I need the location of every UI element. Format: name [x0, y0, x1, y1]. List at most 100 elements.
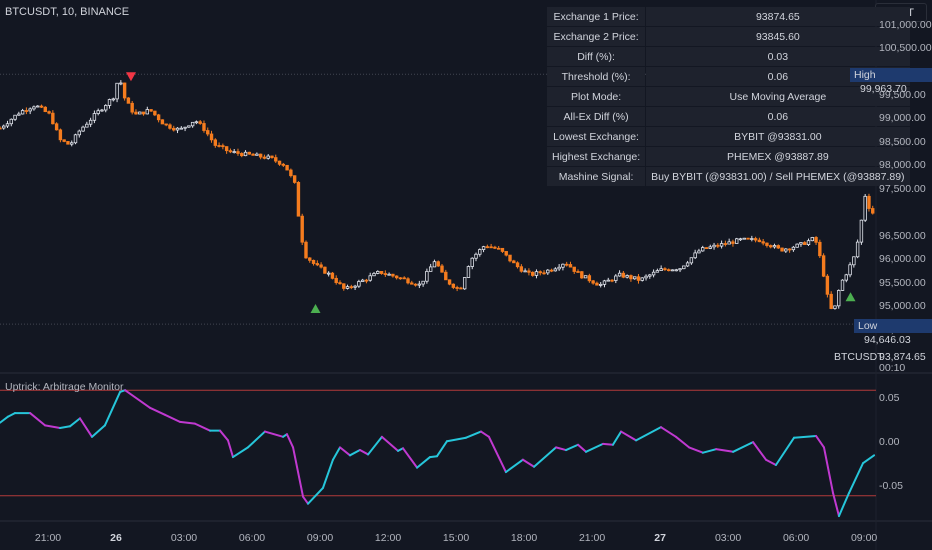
- oscillator-segment: [219, 429, 229, 442]
- candle-up: [583, 275, 588, 279]
- candle-up: [190, 121, 195, 127]
- last-symbol-label: BTCUSDT: [834, 351, 884, 363]
- info-value: BYBIT @93831.00: [646, 127, 910, 146]
- candle-down: [493, 246, 497, 249]
- candle-down: [334, 277, 338, 284]
- symbol-title[interactable]: BTCUSDT, 10, BINANCE: [5, 6, 129, 18]
- candle-up: [183, 126, 187, 129]
- candle-down: [829, 293, 833, 309]
- candle-down: [757, 239, 762, 243]
- low-value: 94,646.03: [864, 334, 911, 346]
- candle-down: [402, 277, 406, 280]
- time-tick: 27: [654, 532, 666, 544]
- indicator-title[interactable]: Uptrick: Arbitrage Monitor: [5, 381, 123, 393]
- candle-down: [723, 243, 728, 245]
- candle-up: [561, 263, 565, 268]
- candle-down: [221, 145, 225, 148]
- info-value: 0.06: [646, 107, 910, 126]
- candle-up: [104, 105, 108, 111]
- oscillator-tick: -0.05: [879, 480, 903, 492]
- candle-up: [750, 238, 754, 240]
- candle-down: [160, 119, 165, 125]
- oscillator-segment: [487, 435, 507, 474]
- info-label: Exchange 2 Price:: [547, 27, 646, 46]
- price-tick: 95,000.00: [879, 300, 926, 313]
- sell-signal-icon: [125, 72, 136, 82]
- candle-down: [39, 105, 44, 108]
- candle-down: [629, 275, 633, 280]
- candle-down: [379, 270, 384, 274]
- candle-up: [428, 266, 433, 272]
- buy-signal-icon: [310, 304, 321, 314]
- info-row: All-Ex Diff (%) 0.06: [547, 107, 910, 126]
- oscillator-segment: [59, 425, 71, 430]
- candle-down: [821, 255, 826, 277]
- candle-up: [863, 195, 867, 221]
- info-label: Mashine Signal:: [547, 167, 646, 186]
- candle-up: [712, 244, 716, 248]
- candle-up: [243, 151, 248, 157]
- candle-down: [530, 271, 535, 276]
- oscillator-segment: [302, 495, 310, 505]
- candle-up: [81, 126, 85, 132]
- candle-down: [803, 242, 807, 246]
- oscillator-segment: [793, 434, 818, 439]
- candle-up: [784, 248, 788, 252]
- candle-up: [651, 271, 656, 276]
- candle-down: [383, 273, 388, 275]
- candle-down: [277, 160, 282, 165]
- oscillator-segment: [565, 443, 580, 452]
- oscillator-segment: [837, 492, 850, 518]
- info-row: Exchange 2 Price: 93845.60: [547, 27, 910, 46]
- time-tick: 06:00: [238, 532, 266, 544]
- price-tick: 99,000.00: [879, 112, 926, 125]
- candle-down: [769, 245, 773, 248]
- oscillator-segment: [285, 433, 295, 449]
- candle-down: [338, 282, 342, 285]
- oscillator-segment: [504, 458, 524, 474]
- candle-down: [610, 279, 614, 282]
- candle-up: [670, 269, 675, 272]
- candle-down: [342, 283, 346, 289]
- candle-up: [844, 274, 848, 281]
- time-tick: 09:00: [850, 532, 878, 544]
- candle-down: [406, 278, 410, 284]
- candle-up: [859, 219, 864, 243]
- candle-down: [202, 123, 206, 131]
- candle-up: [360, 279, 365, 282]
- candle-up: [179, 127, 183, 130]
- candle-down: [587, 275, 592, 282]
- candle-down: [141, 111, 146, 115]
- candle-down: [292, 175, 297, 183]
- info-row: Exchange 1 Price: 93874.65: [547, 7, 910, 26]
- time-tick: 21:00: [578, 532, 606, 544]
- candle-down: [247, 151, 252, 155]
- candle-up: [685, 262, 690, 267]
- high-label: High: [854, 69, 876, 81]
- oscillator-segment: [103, 390, 122, 427]
- candle-up: [5, 123, 10, 127]
- oscillator-segment: [764, 458, 777, 466]
- candle-up: [17, 113, 21, 116]
- candle-up: [614, 275, 618, 281]
- candle-up: [557, 266, 561, 270]
- candle-up: [85, 123, 89, 128]
- candle-up: [602, 280, 607, 285]
- oscillator-segment: [321, 458, 334, 489]
- oscillator-segment: [752, 441, 767, 461]
- candle-up: [837, 290, 841, 307]
- candle-down: [436, 261, 440, 267]
- candle-down: [172, 127, 176, 131]
- candle-up: [735, 238, 739, 244]
- candle-up: [417, 283, 422, 286]
- time-tick: 03:00: [714, 532, 742, 544]
- price-tick: 100,500.00: [879, 42, 932, 54]
- candle-up: [598, 283, 603, 286]
- candle-down: [262, 156, 267, 159]
- candle-up: [632, 276, 637, 280]
- candle-up: [727, 241, 731, 245]
- candle-up: [606, 279, 610, 282]
- info-label: Lowest Exchange:: [547, 127, 646, 146]
- oscillator-segment: [124, 389, 152, 409]
- candle-up: [659, 268, 663, 271]
